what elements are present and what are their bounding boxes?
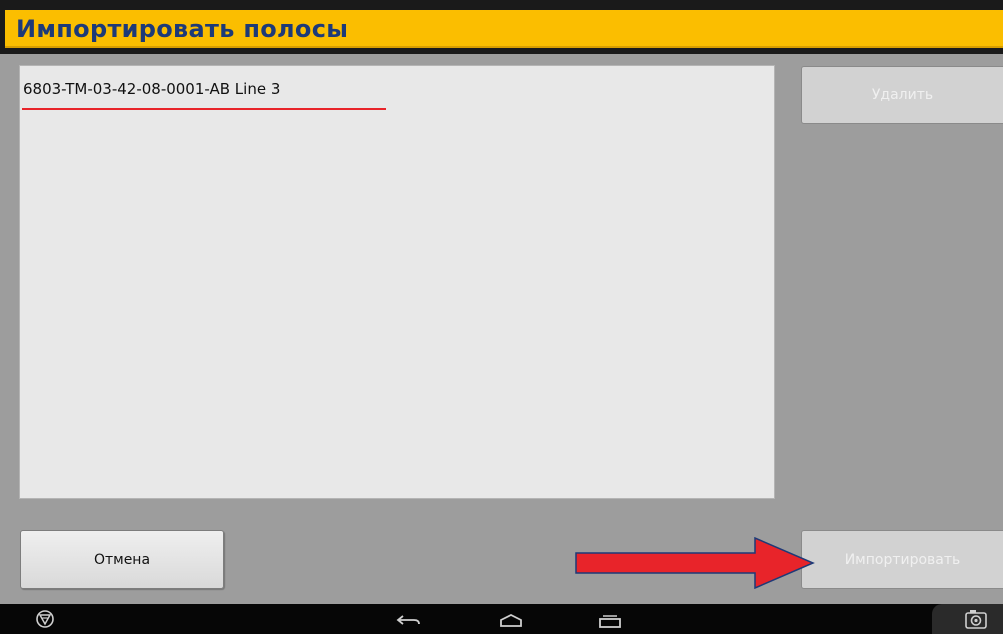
recent-apps-icon[interactable] bbox=[595, 604, 625, 634]
lines-list[interactable]: 6803-TM-03-42-08-0001-AB Line 3 bbox=[19, 65, 775, 499]
title-banner: Импортировать полосы bbox=[5, 10, 1003, 48]
title-bar: Импортировать полосы bbox=[0, 0, 1003, 54]
system-navigation-bar bbox=[0, 604, 1003, 634]
cancel-button[interactable]: Отмена bbox=[20, 530, 224, 589]
annotation-arrow bbox=[575, 537, 815, 589]
delete-button[interactable]: Удалить bbox=[801, 66, 1003, 124]
back-icon[interactable] bbox=[394, 604, 424, 634]
list-item-label[interactable]: 6803-TM-03-42-08-0001-AB Line 3 bbox=[23, 80, 280, 98]
page-title: Импортировать полосы bbox=[16, 15, 349, 43]
home-icon[interactable] bbox=[496, 604, 526, 634]
app-logo-icon[interactable] bbox=[33, 604, 57, 634]
selection-underline bbox=[22, 108, 386, 110]
import-button[interactable]: Импортировать bbox=[801, 530, 1003, 589]
screenshot-icon[interactable] bbox=[962, 604, 990, 634]
status-tab bbox=[932, 604, 1003, 634]
